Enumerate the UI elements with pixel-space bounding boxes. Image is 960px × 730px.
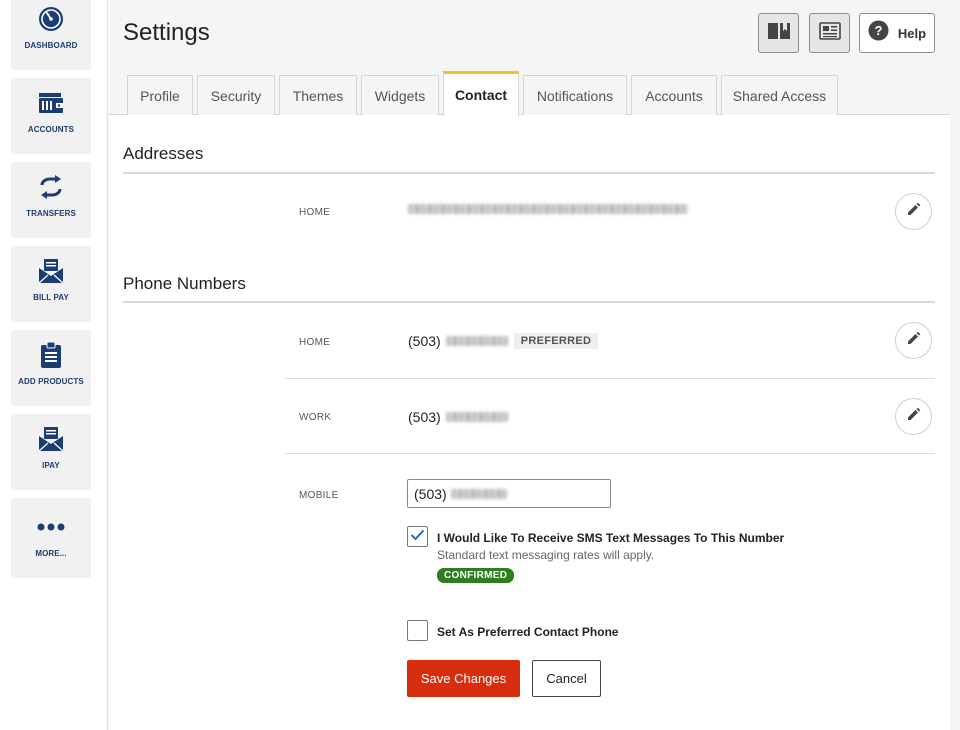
pencil-icon [906,330,922,351]
tab-shared-access[interactable]: Shared Access [721,75,838,115]
right-gutter [950,0,960,730]
envelope-icon [36,424,66,454]
tab-notifications[interactable]: Notifications [523,75,627,115]
sms-opt-in-checkbox[interactable] [407,526,428,547]
help-label: Help [897,25,927,41]
sidebar-item-label: DASHBOARD [24,41,78,50]
sidebar-item-dashboard[interactable]: DASHBOARD [11,0,91,70]
sidebar-item-add-products[interactable]: ADD PRODUCTS [11,330,91,406]
help-question-icon: ? [868,20,889,46]
phone-work-label: WORK [299,412,332,423]
redacted-number [445,412,508,422]
page-title: Settings [123,19,210,46]
sidebar-item-accounts[interactable]: ACCOUNTS [11,78,91,154]
phone-work-area-code: (503) [408,409,441,425]
redacted-address [408,204,688,214]
cancel-button[interactable]: Cancel [532,660,601,697]
sidebar-item-more[interactable]: MORE... [11,498,91,578]
phone-home-area-code: (503) [408,333,441,349]
settings-header: Settings ? Help Profile Security Themes … [109,0,950,116]
phone-mobile-label: MOBILE [299,490,339,501]
preferred-badge: PREFERRED [513,333,599,349]
sms-opt-in-label: I Would Like To Receive SMS Text Message… [437,531,785,545]
divider [285,453,935,454]
phone-work-value: (503) [408,409,508,425]
sidebar-item-label: BILL PAY [33,293,69,302]
addresses-heading: Addresses [123,144,204,163]
sidebar-item-label: MORE... [35,549,67,558]
dashboard-gauge-icon [36,4,66,34]
confirmed-badge: CONFIRMED [437,568,515,583]
divider [285,378,935,379]
mobile-phone-input[interactable]: (503) [407,479,611,508]
tab-contact[interactable]: Contact [443,71,519,116]
edit-home-phone-button[interactable] [895,322,932,359]
sidebar-nav: DASHBOARD ACCOUNTS TRANSFERS BILL PAY AD… [0,0,108,730]
main-content: Settings ? Help Profile Security Themes … [109,0,950,730]
newspaper-icon [818,21,841,45]
phone-numbers-heading: Phone Numbers [123,274,246,293]
redacted-number [450,488,507,499]
pencil-icon [906,406,922,427]
tab-accounts[interactable]: Accounts [631,75,717,115]
svg-text:?: ? [874,23,882,38]
pencil-icon [906,201,922,222]
checkmark-icon [410,528,425,546]
tab-security[interactable]: Security [197,75,275,115]
statements-button[interactable] [809,13,850,53]
envelope-icon [36,256,66,286]
redacted-number [445,336,508,346]
sidebar-item-label: TRANSFERS [26,209,76,218]
address-home-value [408,204,688,214]
sms-rates-note: Standard text messaging rates will apply… [437,548,655,562]
phone-home-value: (503) PREFERRED [408,333,599,349]
divider [123,172,935,174]
address-home-label: HOME [299,207,331,218]
sidebar-item-label: ACCOUNTS [27,125,75,134]
tab-widgets[interactable]: Widgets [361,75,439,115]
sidebar-item-transfers[interactable]: TRANSFERS [11,162,91,238]
transfer-arrows-icon [36,172,66,202]
help-button[interactable]: ? Help [859,13,935,53]
phone-home-label: HOME [299,337,331,348]
wallet-icon [36,88,66,118]
divider [123,301,935,303]
phone-mobile-area-code: (503) [414,485,447,502]
preferred-phone-checkbox[interactable] [407,620,428,641]
tab-themes[interactable]: Themes [279,75,357,115]
save-changes-button[interactable]: Save Changes [407,660,520,697]
more-dots-icon [36,512,66,542]
tab-profile[interactable]: Profile [127,75,193,115]
sidebar-item-bill-pay[interactable]: BILL PAY [11,246,91,322]
book-bookmark-icon [767,21,791,46]
clipboard-icon [36,340,66,370]
sidebar-item-label: IPAY [42,461,60,470]
sidebar-item-ipay[interactable]: IPAY [11,414,91,490]
sidebar-item-label: ADD PRODUCTS [18,377,84,386]
edit-address-button[interactable] [895,193,932,230]
edit-work-phone-button[interactable] [895,398,932,435]
preferred-phone-label: Set As Preferred Contact Phone [437,625,619,639]
bookmark-button[interactable] [758,13,799,53]
